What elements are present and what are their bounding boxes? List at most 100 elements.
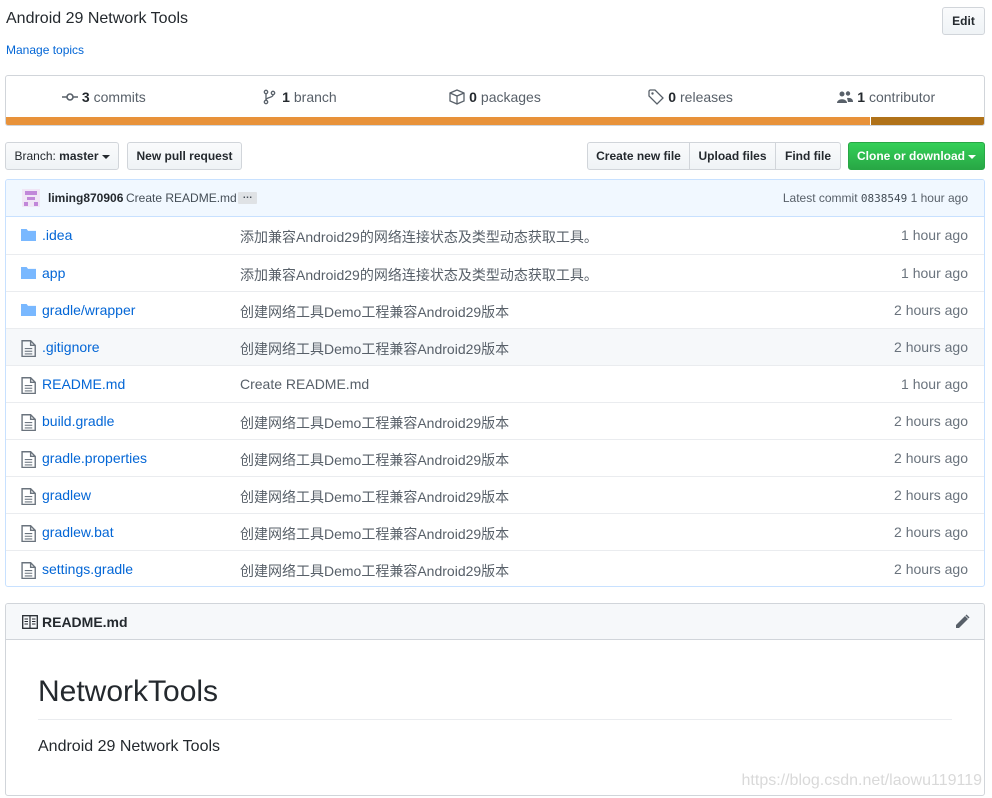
table-row: .idea 添加兼容Android29的网络连接状态及类型动态获取工具。 1 hou… [6,217,984,254]
table-row: gradle/wrapper 创建网络工具Demo工程兼容Android29版本 2… [6,291,984,328]
table-row: app 添加兼容Android29的网络连接状态及类型动态获取工具。 1 hour … [6,254,984,291]
file-commit-message-link[interactable]: 创建网络工具Demo工程兼容Android29版本 [240,413,509,433]
file-icon [21,562,36,580]
edit-button[interactable]: Edit [942,7,985,35]
file-name-link[interactable]: .gitignore [42,339,100,355]
expand-commit-button[interactable]: … [238,191,257,204]
contributor-label: contributor [868,89,936,105]
file-icon [21,377,36,395]
branch-icon [263,89,276,105]
branch-link[interactable]: 1 branch [202,89,398,105]
language-segment-secondary [870,117,984,125]
file-age: 2 hours ago [894,339,968,355]
file-name-link[interactable]: gradlew [42,487,91,503]
watermark: https://blog.csdn.net/laowu119119 [741,772,982,789]
file-name-link[interactable]: README.md [42,376,125,392]
file-icon [21,451,36,469]
repo-summary: 3 commits 1 branch 0 packages 0 releases… [5,75,985,126]
repo-description: Android 29 Network Tools [6,10,189,27]
avatar[interactable] [22,189,40,207]
file-age: 1 hour ago [901,376,968,392]
table-row: build.gradle 创建网络工具Demo工程兼容Android29版本 2 h… [6,402,984,439]
table-row: gradle.properties 创建网络工具Demo工程兼容Android29… [6,439,984,476]
tag-icon [648,89,665,105]
contributor-count: 1 [857,89,865,105]
file-name-link[interactable]: .idea [42,227,72,243]
commit-sha-link[interactable]: 0838549 [861,192,907,205]
file-commit-message-link[interactable]: 创建网络工具Demo工程兼容Android29版本 [240,561,509,581]
commits-link[interactable]: 3 commits [6,89,202,105]
find-file-button[interactable]: Find file [775,142,841,170]
branch-label: branch [293,89,337,105]
table-row: README.md Create README.md 1 hour ago [6,365,984,402]
file-commit-message-link[interactable]: 创建网络工具Demo工程兼容Android29版本 [240,302,509,322]
manage-topics-link[interactable]: Manage topics [6,43,84,57]
folder-icon [21,228,36,243]
new-pull-request-button[interactable]: New pull request [127,142,242,170]
table-row: settings.gradle 创建网络工具Demo工程兼容Android29版本… [6,550,984,586]
releases-count: 0 [668,89,677,105]
readme-filename: README.md [42,614,128,630]
file-commit-message-link[interactable]: 添加兼容Android29的网络连接状态及类型动态获取工具。 [240,265,598,285]
package-icon [449,89,465,105]
commit-icon [61,93,78,101]
file-age: 2 hours ago [894,450,968,466]
file-commit-message-link[interactable]: Create README.md [240,376,369,392]
table-row: .gitignore 创建网络工具Demo工程兼容Android29版本 2 hou… [6,328,984,365]
latest-commit-prefix: Latest commit [782,191,858,205]
packages-label: packages [480,89,541,105]
file-name-link[interactable]: gradle.properties [42,450,147,466]
releases-link[interactable]: 0 releases [593,89,789,105]
readme-box: README.md NetworkTools Android 29 Networ… [5,603,985,796]
contributors-link[interactable]: 1 contributor [788,89,984,105]
table-row: gradlew.bat 创建网络工具Demo工程兼容Android29版本 2 ho… [6,513,984,550]
file-commit-message-link[interactable]: 创建网络工具Demo工程兼容Android29版本 [240,450,509,470]
readme-paragraph: Android 29 Network Tools [38,738,221,755]
file-name-link[interactable]: gradlew.bat [42,524,114,540]
clone-label: Clone or download [857,149,965,163]
file-icon [21,414,36,432]
file-commit-message-link[interactable]: 添加兼容Android29的网络连接状态及类型动态获取工具。 [240,227,598,247]
file-name-link[interactable]: gradle/wrapper [42,302,135,318]
file-age: 2 hours ago [894,487,968,503]
latest-commit-info: Latest commit 0838549 1 hour ago [783,191,968,205]
file-name-link[interactable]: settings.gradle [42,561,133,577]
folder-icon [21,303,36,318]
people-icon [837,91,854,103]
file-commit-message-link[interactable]: 创建网络工具Demo工程兼容Android29版本 [240,524,509,544]
commit-message-link[interactable]: Create README.md [126,191,237,205]
language-segment-primary [6,117,870,125]
file-commit-message-link[interactable]: 创建网络工具Demo工程兼容Android29版本 [240,487,509,507]
file-icon [21,488,36,506]
packages-link[interactable]: 0 packages [397,89,593,105]
readme-header: README.md [6,604,984,640]
file-age: 1 hour ago [901,265,968,281]
folder-icon [21,266,36,281]
file-commit-message-link[interactable]: 创建网络工具Demo工程兼容Android29版本 [240,339,509,359]
language-bar[interactable] [6,117,984,125]
latest-commit-bar: liming870906 Create README.md … Latest c… [6,180,984,217]
clone-or-download-button[interactable]: Clone or download [848,142,985,170]
releases-label: releases [680,89,733,105]
commit-author-link[interactable]: liming870906 [48,191,123,205]
caret-down-icon [101,154,110,159]
branch-count: 1 [282,89,290,105]
readme-content: NetworkTools Android 29 Network Tools [6,675,984,756]
pencil-icon[interactable] [954,614,970,630]
file-table: liming870906 Create README.md … Latest c… [5,179,985,587]
file-icon [21,525,36,543]
file-age: 2 hours ago [894,524,968,540]
commits-count: 3 [81,89,90,105]
create-new-file-button[interactable]: Create new file [587,142,690,170]
table-row: gradlew 创建网络工具Demo工程兼容Android29版本 2 hours … [6,476,984,513]
readme-heading: NetworkTools [38,675,952,720]
branch-prefix: Branch: [14,149,56,163]
file-name-link[interactable]: build.gradle [42,413,114,429]
file-age: 2 hours ago [894,561,968,577]
file-name-link[interactable]: app [42,265,65,281]
caret-down-icon [968,154,976,159]
branch-select-button[interactable]: Branch: master [5,142,119,170]
upload-files-button[interactable]: Upload files [689,142,776,170]
file-age: 2 hours ago [894,413,968,429]
commits-label: commits [93,89,146,105]
